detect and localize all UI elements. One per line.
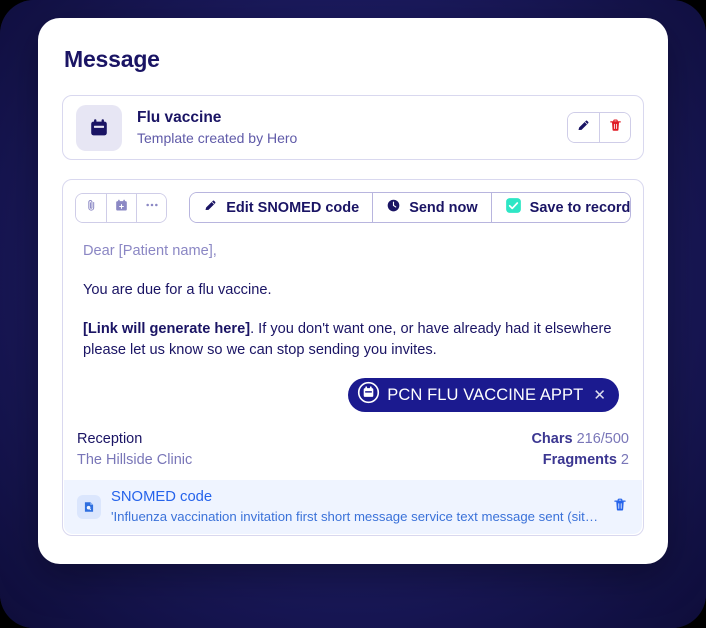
- close-icon[interactable]: ✕: [593, 385, 606, 406]
- chars-label: Chars: [531, 431, 573, 447]
- message-paragraph-1: You are due for a flu vaccine.: [83, 282, 272, 298]
- appointment-badge-label: PCN FLU VACCINE APPT: [387, 385, 584, 404]
- template-actions: [567, 112, 631, 143]
- edit-snomed-code-label: Edit SNOMED code: [226, 199, 360, 216]
- fragments-count: Fragments 2: [531, 450, 629, 471]
- ellipsis-icon: [144, 197, 160, 218]
- appointment-badge[interactable]: PCN FLU VACCINE APPT ✕: [348, 378, 619, 412]
- template-info: Flu vaccine Template created by Hero: [137, 108, 567, 148]
- trash-icon: [612, 498, 628, 517]
- appointment-badge-row: PCN FLU VACCINE APPT ✕: [336, 378, 631, 412]
- edit-snomed-code-button[interactable]: Edit SNOMED code: [190, 193, 373, 222]
- snomed-code-panel: SNOMED code 'Influenza vaccination invit…: [64, 480, 642, 534]
- save-to-record-label: Save to record: [529, 199, 631, 216]
- message-paragraph-2: [Link will generate here]. If you don't …: [83, 319, 623, 361]
- send-now-button[interactable]: Send now: [372, 193, 491, 222]
- snomed-code-title: SNOMED code: [111, 489, 213, 505]
- snomed-code-info: SNOMED code 'Influenza vaccination invit…: [111, 488, 602, 526]
- save-to-record-button[interactable]: Save to record: [490, 193, 631, 222]
- editor-action-buttons: Edit SNOMED code Send now Save to record: [189, 192, 631, 223]
- editor-icon-buttons: [75, 192, 168, 223]
- snomed-code-icon: [77, 495, 101, 519]
- sender-org: The Hillside Clinic: [77, 452, 193, 468]
- send-now-label: Send now: [409, 199, 478, 216]
- fragments-value: 2: [620, 452, 629, 468]
- message-body[interactable]: Dear [Patient name], You are due for a f…: [63, 223, 643, 419]
- calendar-circle-icon: [357, 381, 380, 410]
- add-appointment-button[interactable]: [106, 193, 137, 222]
- delete-template-button[interactable]: [599, 113, 630, 142]
- trash-icon: [608, 118, 623, 138]
- link-placeholder: [Link will generate here]: [83, 321, 251, 337]
- checkbox-checked-icon[interactable]: [505, 197, 522, 218]
- sender-name: Reception: [77, 431, 143, 447]
- template-summary-card: Flu vaccine Template created by Hero: [62, 95, 644, 160]
- calendar-plus-icon: [114, 198, 129, 218]
- clock-icon: [386, 198, 401, 217]
- message-meta-row: Reception The Hillside Clinic Chars 216/…: [63, 419, 643, 471]
- calendar-icon: [76, 104, 122, 151]
- snomed-code-description: 'Influenza vaccination invitation first …: [111, 509, 602, 524]
- chars-value: 216/500: [576, 431, 629, 447]
- chars-count: Chars 216/500: [531, 429, 629, 450]
- more-options-button[interactable]: [136, 193, 167, 222]
- message-counts: Chars 216/500 Fragments 2: [531, 429, 629, 471]
- message-editor-card: Edit SNOMED code Send now Save to record…: [62, 179, 644, 536]
- delete-snomed-code-button[interactable]: [612, 497, 628, 518]
- message-salutation: Dear [Patient name],: [83, 243, 217, 259]
- sender-info: Reception The Hillside Clinic: [77, 429, 192, 471]
- message-card: Message Flu vaccine Template created by …: [38, 18, 668, 564]
- pencil-icon: [203, 198, 218, 217]
- template-title: Flu vaccine: [137, 108, 222, 126]
- pencil-icon: [576, 118, 591, 138]
- fragments-label: Fragments: [542, 452, 617, 468]
- attach-button[interactable]: [76, 193, 107, 222]
- template-subtitle: Template created by Hero: [137, 129, 298, 146]
- paperclip-icon: [84, 198, 99, 218]
- editor-toolbar: Edit SNOMED code Send now Save to record: [63, 180, 643, 223]
- edit-template-button[interactable]: [568, 113, 599, 142]
- page-title: Message: [64, 46, 160, 72]
